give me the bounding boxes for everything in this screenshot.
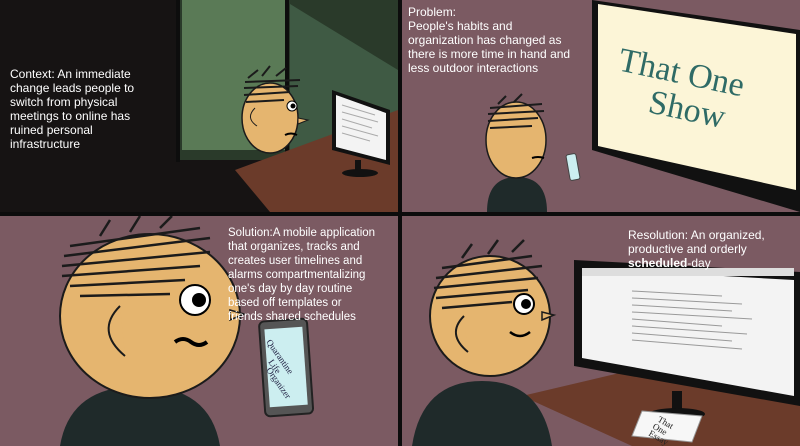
panel-context: Context: An immediate change leads peopl… bbox=[0, 0, 398, 212]
panel-solution: Quarantine Life Organizer Solution:A mob… bbox=[0, 216, 398, 446]
resolution-caption-text: Resolution: An organized, productive and… bbox=[628, 228, 765, 256]
character-shirt bbox=[487, 177, 547, 212]
character-head bbox=[429, 255, 551, 377]
comic-storyboard: Context: An immediate change leads peopl… bbox=[0, 0, 800, 446]
phone bbox=[565, 153, 581, 181]
panel-resolution: That One Essay Resolution: An organized,… bbox=[402, 216, 800, 446]
context-caption: Context: An immediate change leads peopl… bbox=[10, 67, 135, 151]
character-shirt bbox=[412, 381, 552, 446]
problem-caption: Problem: People's habits and organizatio… bbox=[408, 5, 571, 75]
resolution-caption-tail: -day bbox=[687, 256, 711, 270]
panel-problem: That One Show Problem: People's habits a… bbox=[402, 0, 800, 212]
solution-caption: Solution:A mobile application that organ… bbox=[228, 227, 376, 323]
resolution-caption: Resolution: An organized, productive and… bbox=[628, 228, 798, 270]
resolution-caption-bold: scheduled bbox=[628, 256, 688, 270]
